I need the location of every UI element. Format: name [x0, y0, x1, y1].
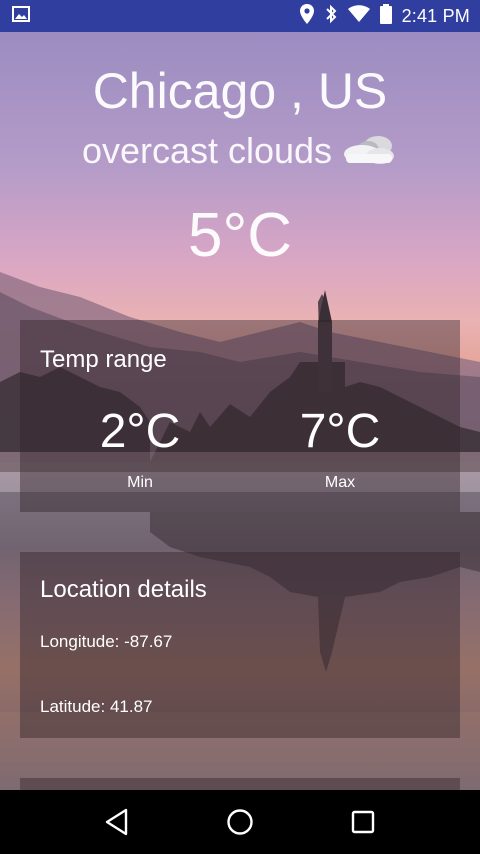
status-bar: 2:41 PM — [0, 0, 480, 32]
battery-icon — [379, 3, 392, 29]
temp-range-title: Temp range — [40, 346, 167, 373]
temp-range-card: Temp range 2°C Min 7°C Max — [20, 320, 460, 512]
max-temp-label: Max — [324, 474, 356, 491]
image-icon — [12, 5, 30, 27]
next-card — [20, 778, 460, 790]
location-icon — [299, 3, 314, 29]
home-icon[interactable] — [220, 802, 260, 842]
navigation-bar — [0, 790, 480, 854]
location-details-card: Location details Longitude: -87.67 Latit… — [20, 552, 460, 738]
city-name: Chicago , US — [92, 63, 388, 119]
longitude-text: Longitude: -87.67 — [40, 632, 173, 651]
wifi-icon — [347, 4, 370, 28]
location-details-title: Location details — [40, 576, 207, 603]
weather-description-row: overcast clouds — [0, 130, 480, 172]
bluetooth-icon — [324, 4, 338, 29]
min-temp-label: Min — [127, 474, 153, 491]
current-temperature: 5°C — [187, 201, 293, 270]
recents-icon[interactable] — [343, 802, 383, 842]
cloud-icon — [340, 132, 398, 171]
status-time: 2:41 PM — [401, 5, 470, 26]
min-temp-value: 2°C — [99, 405, 181, 458]
latitude-text: Latitude: 41.87 — [40, 697, 153, 716]
max-temp-column: 7°C Max — [240, 406, 440, 492]
max-temp-value: 7°C — [299, 405, 381, 458]
back-icon[interactable] — [97, 802, 137, 842]
weather-description: overcast clouds — [81, 130, 333, 171]
min-temp-column: 2°C Min — [40, 406, 240, 492]
